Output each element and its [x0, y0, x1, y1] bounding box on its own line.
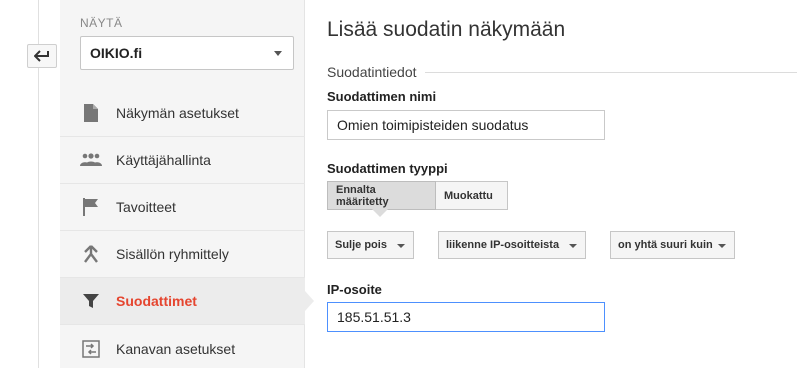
section-title: Suodatintiedot: [327, 64, 417, 80]
view-select[interactable]: OIKIO.fi: [80, 36, 294, 70]
filter-name-input[interactable]: Omien toimipisteiden suodatus: [327, 110, 605, 140]
custom-button[interactable]: Muokattu: [436, 181, 508, 210]
operator-dropdown-value: on yhtä suuri kuin: [618, 239, 713, 251]
flag-icon: [80, 196, 102, 218]
sidebar: NÄYTÄ OIKIO.fi Näkymän asetukset Käyttäj…: [60, 0, 314, 368]
sidebar-item-label: Näkymän asetukset: [116, 105, 239, 121]
ip-address-label: IP-osoite: [327, 282, 382, 297]
page-title: Lisää suodatin näkymään: [327, 18, 566, 41]
chevron-down-icon: [274, 51, 282, 56]
operator-dropdown[interactable]: on yhtä suuri kuin: [610, 231, 735, 259]
sidebar-item-goals[interactable]: Tavoitteet: [60, 184, 305, 231]
ip-address-input[interactable]: 185.51.51.3: [327, 302, 605, 332]
sidebar-item-label: Kanavan asetukset: [116, 340, 236, 357]
main-panel: Lisää suodatin näkymään Suodatintiedot S…: [327, 0, 800, 368]
channel-settings-icon: [80, 338, 102, 360]
sidebar-item-label: Suodattimet: [116, 293, 197, 309]
users-icon: [80, 149, 102, 171]
filter-type-label: Suodattimen tyyppi: [327, 161, 448, 176]
sidebar-nav: Näkymän asetukset Käyttäjähallinta Tavoi…: [60, 90, 314, 368]
sidebar-item-channel-settings[interactable]: Kanavan asetukset: [60, 325, 305, 368]
section-header: Suodatintiedot: [327, 62, 797, 82]
sidebar-item-label: Sisällön ryhmittely: [116, 246, 229, 262]
sidebar-item-label: Käyttäjähallinta: [116, 152, 211, 168]
source-dropdown-value: liikenne IP-osoitteista: [446, 239, 560, 251]
predefined-button[interactable]: Ennalta määritetty: [327, 181, 436, 217]
active-pointer: [305, 291, 314, 311]
predefined-button-label: Ennalta määritetty: [336, 183, 389, 208]
left-rail: [0, 0, 60, 368]
document-icon: [80, 102, 102, 124]
custom-button-label: Muokattu: [444, 189, 493, 202]
sidebar-item-label: Tavoitteet: [116, 199, 176, 215]
grouping-icon: [80, 243, 102, 265]
chevron-down-icon: [718, 244, 726, 248]
section-divider: [424, 71, 797, 73]
source-dropdown[interactable]: liikenne IP-osoitteista: [438, 231, 586, 259]
view-select-value: OIKIO.fi: [90, 45, 143, 61]
chevron-down-icon: [397, 244, 405, 248]
exclude-dropdown[interactable]: Sulje pois: [327, 231, 414, 259]
filter-icon: [80, 290, 102, 312]
back-button[interactable]: [27, 44, 57, 68]
view-label: NÄYTÄ: [80, 16, 123, 30]
chevron-down-icon: [569, 244, 577, 248]
selected-pointer: [372, 209, 388, 217]
sidebar-item-filters[interactable]: Suodattimet: [60, 278, 314, 325]
sidebar-item-view-settings[interactable]: Näkymän asetukset: [60, 90, 305, 137]
back-arrow-icon: [34, 50, 49, 62]
filter-name-label: Suodattimen nimi: [327, 89, 437, 104]
sidebar-item-content-grouping[interactable]: Sisällön ryhmittely: [60, 231, 305, 278]
sidebar-item-user-management[interactable]: Käyttäjähallinta: [60, 137, 305, 184]
filter-type-toggle: Ennalta määritetty Muokattu: [327, 181, 508, 217]
exclude-dropdown-value: Sulje pois: [335, 239, 387, 251]
